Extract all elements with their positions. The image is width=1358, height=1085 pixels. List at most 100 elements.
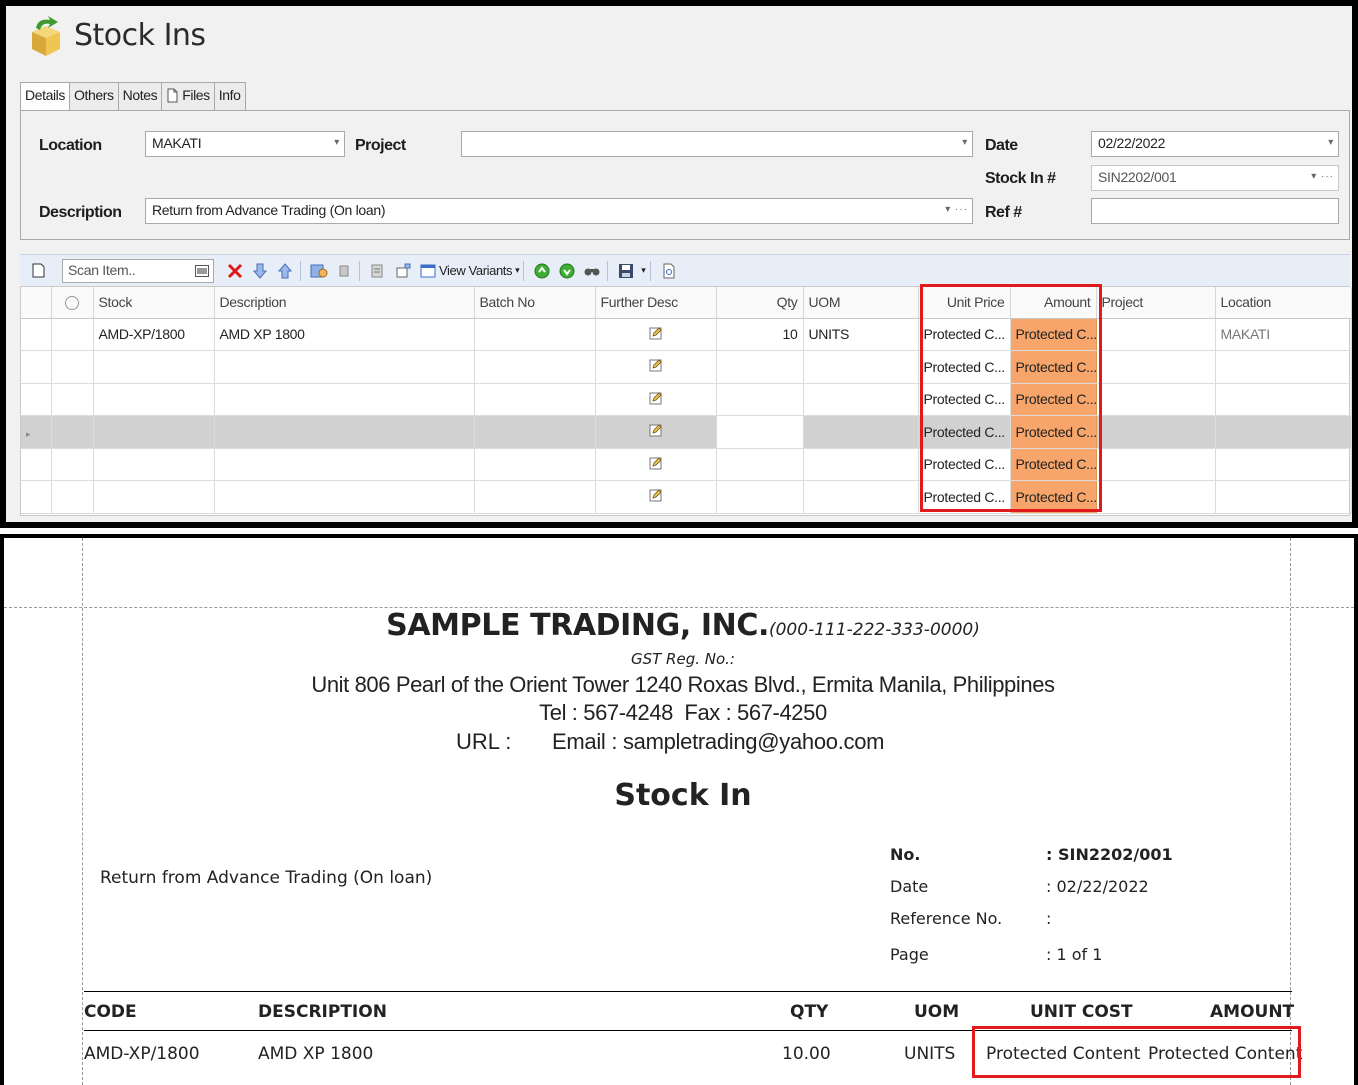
go-up-icon[interactable] xyxy=(531,260,553,282)
row-indicator[interactable]: ▸ xyxy=(21,415,52,449)
cell-location[interactable]: MAKATI xyxy=(1215,318,1352,351)
column-header-qty[interactable]: Qty xyxy=(716,287,804,319)
cell-stock[interactable] xyxy=(93,350,215,384)
chevron-down-icon[interactable]: ▾ xyxy=(1328,137,1333,148)
cell-location[interactable] xyxy=(1215,448,1352,481)
cell-qty[interactable]: 10 xyxy=(716,318,804,351)
cell-uom[interactable] xyxy=(803,480,919,514)
scan-item-input[interactable]: Scan Item.. xyxy=(62,258,214,283)
cell-stock[interactable] xyxy=(93,448,215,481)
cell-stock[interactable] xyxy=(93,415,215,449)
cell-description[interactable] xyxy=(214,448,475,481)
cell-further-desc[interactable] xyxy=(595,383,717,416)
cell-project[interactable] xyxy=(1096,448,1216,481)
cell-description[interactable]: AMD XP 1800 xyxy=(214,318,475,351)
cell-stock[interactable] xyxy=(93,383,215,416)
tab-details[interactable]: Details xyxy=(20,82,70,111)
move-down-icon[interactable] xyxy=(249,260,271,282)
cell-qty[interactable] xyxy=(716,415,804,449)
row-select-cell[interactable] xyxy=(51,415,94,449)
copy-rows-icon[interactable] xyxy=(367,260,389,282)
tab-others[interactable]: Others xyxy=(69,82,119,110)
edit-note-icon[interactable] xyxy=(649,456,663,470)
save-options-arrow-icon[interactable]: ▾ xyxy=(641,265,646,276)
new-document-icon[interactable] xyxy=(32,263,45,278)
row-select-cell[interactable] xyxy=(51,318,94,351)
ref-number-field[interactable] xyxy=(1091,198,1339,224)
cell-location[interactable] xyxy=(1215,350,1352,384)
cell-description[interactable] xyxy=(214,415,475,449)
cell-further-desc[interactable] xyxy=(595,448,717,481)
cell-stock[interactable]: AMD-XP/1800 xyxy=(93,318,215,351)
cell-qty[interactable] xyxy=(716,480,804,514)
edit-note-icon[interactable] xyxy=(649,423,663,437)
cell-uom[interactable]: UNITS xyxy=(803,318,919,351)
cell-qty[interactable] xyxy=(716,448,804,481)
table-row[interactable]: AMD-XP/1800 AMD XP 1800 10 UNITS Protected C… xyxy=(21,318,1352,351)
row-indicator[interactable] xyxy=(21,448,52,481)
project-select[interactable]: ▾ xyxy=(461,131,973,157)
cell-further-desc[interactable] xyxy=(595,318,717,351)
edit-note-icon[interactable] xyxy=(649,488,663,502)
chevron-down-ellipsis-icon[interactable]: ▾ ··· xyxy=(945,204,968,215)
row-indicator[interactable] xyxy=(21,480,52,514)
description-field[interactable]: Return from Advance Trading (On loan) ▾ … xyxy=(145,198,973,224)
radio-icon[interactable] xyxy=(65,296,79,311)
cell-qty[interactable] xyxy=(716,350,804,384)
row-indicator[interactable] xyxy=(21,383,52,416)
column-header-location[interactable]: Location xyxy=(1215,287,1352,319)
insert-row-icon[interactable] xyxy=(392,260,414,282)
go-down-icon[interactable] xyxy=(556,260,578,282)
tab-notes[interactable]: Notes xyxy=(117,82,163,110)
select-all-header[interactable] xyxy=(51,287,94,319)
stock-lookup-icon[interactable] xyxy=(308,260,330,282)
cell-qty[interactable] xyxy=(716,383,804,416)
cell-location[interactable] xyxy=(1215,415,1352,449)
document-search-icon[interactable] xyxy=(658,260,680,282)
date-picker[interactable]: 02/22/2022 ▾ xyxy=(1091,131,1339,157)
cell-uom[interactable] xyxy=(803,448,919,481)
row-indicator[interactable] xyxy=(21,318,52,351)
cell-batch-no[interactable] xyxy=(474,318,596,351)
cell-project[interactable] xyxy=(1096,415,1216,449)
cell-project[interactable] xyxy=(1096,480,1216,514)
binoculars-icon[interactable] xyxy=(581,260,603,282)
cell-description[interactable] xyxy=(214,383,475,416)
cell-batch-no[interactable] xyxy=(474,480,596,514)
chevron-down-icon[interactable]: ▾ xyxy=(334,137,339,148)
stock-in-number-field[interactable]: SIN2202/001 ▾ ··· xyxy=(1091,165,1339,191)
cell-project[interactable] xyxy=(1096,350,1216,384)
cell-further-desc[interactable] xyxy=(595,415,717,449)
cell-project[interactable] xyxy=(1096,318,1216,351)
cell-stock[interactable] xyxy=(93,480,215,514)
column-header-further-desc[interactable]: Further Desc xyxy=(595,287,717,319)
table-row[interactable]: ▸ Protected C... Protected C... xyxy=(21,415,1352,449)
chevron-down-icon[interactable]: ▾ xyxy=(962,137,967,148)
row-indicator[interactable] xyxy=(21,350,52,384)
view-variants-button[interactable]: View Variants ▾ xyxy=(420,263,520,278)
table-row[interactable]: Protected C... Protected C... xyxy=(21,350,1352,384)
cell-uom[interactable] xyxy=(803,350,919,384)
cell-description[interactable] xyxy=(214,480,475,514)
chevron-down-ellipsis-icon[interactable]: ▾ ··· xyxy=(1311,171,1334,182)
cell-project[interactable] xyxy=(1096,383,1216,416)
row-select-cell[interactable] xyxy=(51,383,94,416)
cell-batch-no[interactable] xyxy=(474,448,596,481)
save-icon[interactable] xyxy=(615,260,637,282)
cell-further-desc[interactable] xyxy=(595,350,717,384)
row-select-cell[interactable] xyxy=(51,448,94,481)
tab-files[interactable]: Files xyxy=(161,82,215,110)
tab-info[interactable]: Info xyxy=(213,82,246,110)
cell-uom[interactable] xyxy=(803,383,919,416)
table-row[interactable]: Protected C... Protected C... xyxy=(21,383,1352,416)
tag-icon[interactable] xyxy=(333,260,355,282)
table-row[interactable]: Protected C... Protected C... xyxy=(21,480,1352,514)
cell-batch-no[interactable] xyxy=(474,415,596,449)
cell-batch-no[interactable] xyxy=(474,350,596,384)
cell-further-desc[interactable] xyxy=(595,480,717,514)
move-up-icon[interactable] xyxy=(274,260,296,282)
barcode-icon[interactable] xyxy=(195,264,209,277)
edit-note-icon[interactable] xyxy=(649,391,663,405)
table-row[interactable]: Protected C... Protected C... xyxy=(21,448,1352,481)
edit-note-icon[interactable] xyxy=(649,358,663,372)
